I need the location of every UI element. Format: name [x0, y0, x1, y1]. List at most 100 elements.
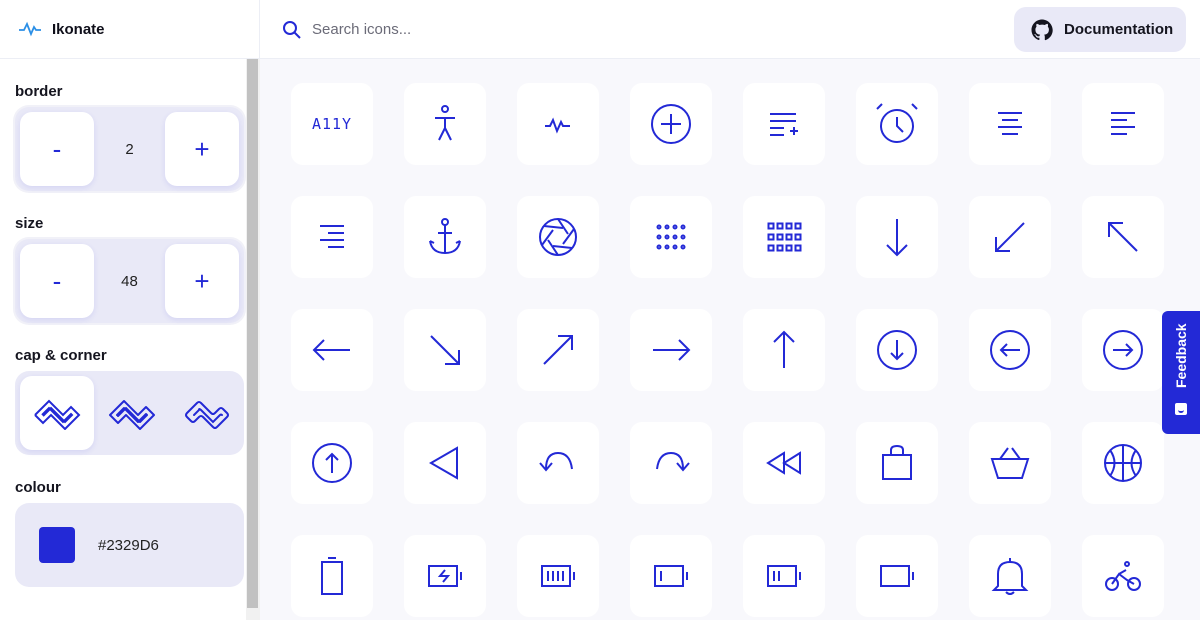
icon-tile-align-right[interactable] [291, 196, 373, 278]
brand[interactable]: Ikonate [0, 0, 259, 59]
scrollbar-thumb[interactable] [247, 59, 258, 608]
border-label: border [15, 83, 63, 100]
icon-tile-basketball[interactable] [1082, 422, 1164, 504]
github-icon [1031, 19, 1053, 40]
anchor-icon [429, 218, 461, 255]
icon-tile-arrow-up-right[interactable] [517, 309, 599, 391]
rewind-icon [766, 451, 801, 475]
icon-tile-aperture[interactable] [517, 196, 599, 278]
icon-tile-arrow-down[interactable] [856, 196, 938, 278]
battery-empty-icon [321, 557, 343, 595]
align-right-icon [320, 225, 344, 248]
icon-tile-align-center[interactable] [969, 83, 1051, 165]
controls-panel: border - 2 + size - 48 + cap & corner co… [0, 59, 246, 620]
icon-tile-a11y[interactable]: A11Y [291, 83, 373, 165]
arrow-right-icon [653, 339, 691, 361]
bag-icon [882, 444, 912, 480]
border-increase-button[interactable]: + [165, 112, 239, 186]
icon-tile-arrow-up-left[interactable] [1082, 196, 1164, 278]
icon-tile-activity[interactable] [517, 83, 599, 165]
icon-tile-align-left[interactable] [1082, 83, 1164, 165]
icon-tile-battery-medium[interactable] [743, 535, 825, 617]
battery-full-icon [541, 565, 575, 587]
activity-icon [19, 21, 41, 37]
icon-tile-bell[interactable] [969, 535, 1051, 617]
icon-tile-rewind[interactable] [743, 422, 825, 504]
icon-tile-battery[interactable] [856, 535, 938, 617]
brand-name: Ikonate [52, 20, 105, 38]
icon-tile-battery-empty[interactable] [291, 535, 373, 617]
icon-tile-arrow-down-left[interactable] [969, 196, 1051, 278]
size-stepper: - 48 + [15, 239, 244, 323]
icon-tile-battery-charging[interactable] [404, 535, 486, 617]
rounded-corner-option[interactable] [170, 376, 244, 450]
apps-icon [767, 222, 802, 252]
bell-icon [991, 558, 1029, 595]
size-decrease-button[interactable]: - [20, 244, 94, 318]
search-input[interactable] [312, 21, 712, 38]
icon-tile-apps-alt[interactable] [630, 196, 712, 278]
rounded-corner-icon [185, 401, 229, 429]
battery-icon [880, 565, 914, 587]
square-cap-option[interactable] [20, 376, 94, 450]
bike-icon [1105, 561, 1141, 591]
square-cap-icon [34, 399, 81, 430]
documentation-label: Documentation [1064, 21, 1174, 38]
icon-tile-arrow-left-circle[interactable] [969, 309, 1051, 391]
activity-icon [545, 117, 570, 134]
feedback-tab[interactable]: Feedback [1162, 311, 1200, 434]
icon-tile-add-circle[interactable] [630, 83, 712, 165]
round-cap-option[interactable] [95, 376, 169, 450]
colour-picker[interactable]: #2329D6 [15, 503, 244, 587]
battery-charging-icon [428, 565, 462, 587]
feedback-label: Feedback [1173, 323, 1189, 388]
arrow-down-left-icon [995, 222, 1025, 252]
icon-tile-bike[interactable] [1082, 535, 1164, 617]
size-increase-button[interactable]: + [165, 244, 239, 318]
icon-tile-arrow-right-circle[interactable] [1082, 309, 1164, 391]
icon-tile-arrow-down-circle[interactable] [856, 309, 938, 391]
colour-hex-value[interactable]: #2329D6 [98, 537, 159, 554]
border-decrease-button[interactable]: - [20, 112, 94, 186]
icon-tile-arrow-up[interactable] [743, 309, 825, 391]
arrow-left-icon [312, 339, 350, 361]
battery-low-icon [654, 565, 688, 587]
search-bar [282, 0, 712, 59]
align-center-icon [998, 112, 1022, 135]
colour-label: colour [15, 479, 61, 496]
icon-tile-arrow-up-circle[interactable] [291, 422, 373, 504]
icon-tile-accessibility[interactable] [404, 83, 486, 165]
cap-corner-label: cap & corner [15, 347, 107, 364]
arrow-down-right-icon [430, 335, 460, 365]
colour-swatch[interactable] [39, 527, 75, 563]
icon-tile-apps[interactable] [743, 196, 825, 278]
icon-tile-arrow-left[interactable] [291, 309, 373, 391]
arrow-down-icon [886, 219, 908, 257]
icon-tile-bag[interactable] [856, 422, 938, 504]
cap-corner-selector [15, 371, 244, 455]
icon-tile-arrow-down-right[interactable] [404, 309, 486, 391]
icon-tile-add-to-list[interactable] [743, 83, 825, 165]
icon-tile-battery-low[interactable] [630, 535, 712, 617]
alarm-icon [876, 103, 918, 143]
icon-tile-alarm[interactable] [856, 83, 938, 165]
back-icon [428, 446, 458, 480]
a11y-text-icon: A11Y [311, 115, 353, 133]
sidebar: Ikonate border - 2 + size - 48 + cap & c… [0, 0, 260, 620]
battery-medium-icon [767, 565, 801, 587]
icon-tile-basket[interactable] [969, 422, 1051, 504]
basket-icon [990, 447, 1030, 479]
apps-alt-icon [656, 224, 686, 250]
documentation-button[interactable]: Documentation [1014, 7, 1186, 52]
accessibility-icon [435, 105, 455, 141]
icon-tile-back-alt[interactable] [517, 422, 599, 504]
icon-tile-arrow-right[interactable] [630, 309, 712, 391]
add-circle-icon [651, 104, 691, 144]
icon-tile-forward-alt[interactable] [630, 422, 712, 504]
forward-alt-icon [656, 451, 690, 472]
icon-tile-back[interactable] [404, 422, 486, 504]
icon-tile-battery-full[interactable] [517, 535, 599, 617]
sidebar-scrollbar[interactable] [246, 59, 260, 620]
icon-tile-anchor[interactable] [404, 196, 486, 278]
align-left-icon [1111, 112, 1135, 135]
